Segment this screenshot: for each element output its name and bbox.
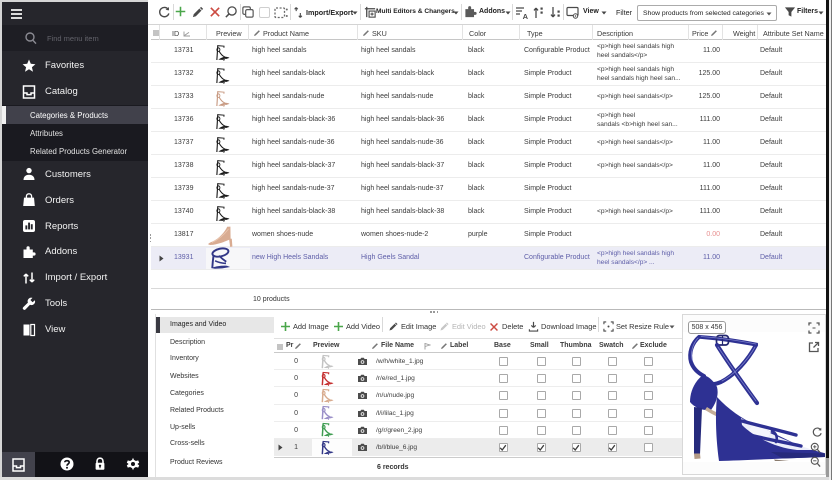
- svg-text:A: A: [522, 11, 528, 18]
